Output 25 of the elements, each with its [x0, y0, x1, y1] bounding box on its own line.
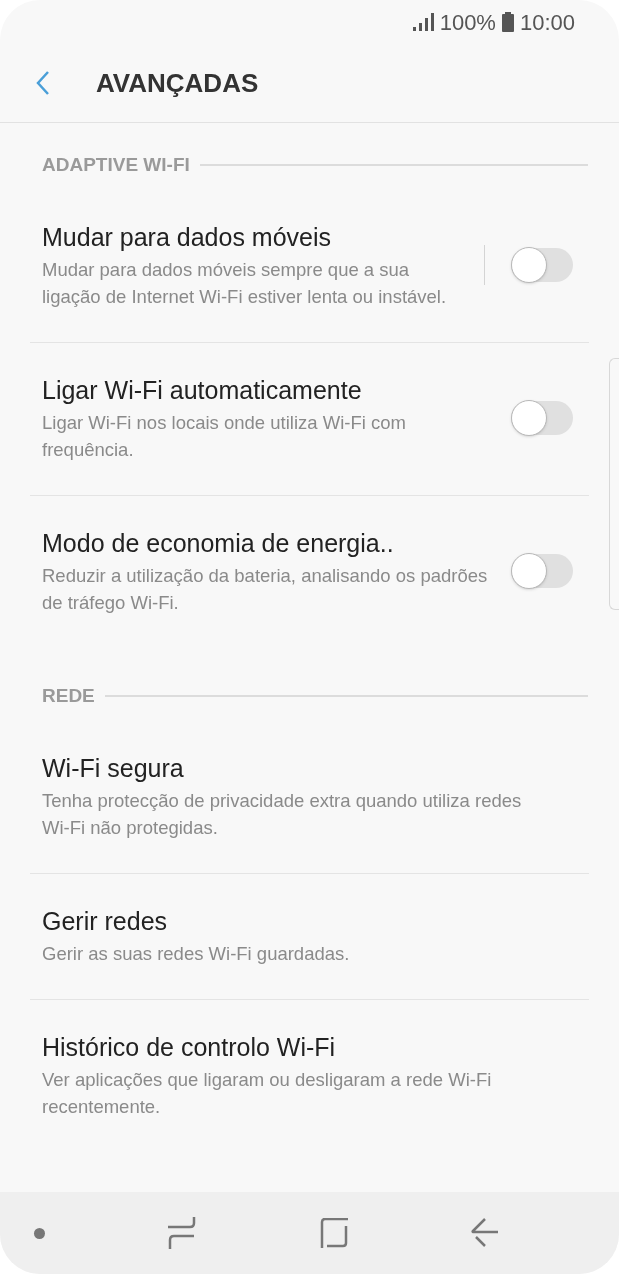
- section-header: ADAPTIVE WI-FI: [42, 152, 190, 177]
- setting-description: Gerir as suas redes Wi-Fi guardadas.: [42, 942, 351, 966]
- clock: 10:00: [519, 8, 575, 37]
- signal-icon: [411, 13, 434, 31]
- setting-description: Mudar para dados móveis sempre que a sua ligação de Internet Wi-Fi estiver lenta ou instável.: [42, 258, 448, 309]
- battery-icon: [501, 12, 514, 32]
- home-icon[interactable]: [319, 1218, 348, 1248]
- toggle-switch[interactable]: [511, 401, 573, 435]
- setting-description: Ligar Wi-Fi nos locais onde utiliza Wi-Fi com frequência.: [42, 411, 407, 462]
- setting-title[interactable]: Ligar Wi-Fi automaticamente: [42, 373, 491, 407]
- setting-description: Reduzir a utilização da bateria, analisando os padrões de tráfego Wi-Fi.: [42, 564, 489, 615]
- toggle-switch[interactable]: [511, 554, 573, 588]
- setting-description: Ver aplicações que ligaram ou desligaram a rede Wi-Fi recentemente.: [42, 1068, 493, 1119]
- battery-percentage: 100%: [439, 8, 496, 37]
- recent-apps-icon[interactable]: [168, 1217, 197, 1249]
- setting-title[interactable]: Modo de economia de energia..: [42, 526, 491, 560]
- setting-title[interactable]: Mudar para dados móveis: [42, 220, 464, 254]
- setting-title[interactable]: Histórico de controlo Wi-Fi: [42, 1030, 553, 1064]
- back-icon[interactable]: [471, 1218, 499, 1248]
- setting-description: Tenha protecção de privacidade extra quando utiliza redes Wi-Fi não protegidas.: [42, 789, 523, 840]
- section-header: REDE: [42, 683, 95, 708]
- page-title: AVANÇADAS: [96, 66, 259, 100]
- setting-title[interactable]: Gerir redes: [42, 904, 553, 938]
- setting-title[interactable]: Wi-Fi segura: [42, 751, 553, 785]
- toggle-switch[interactable]: [511, 248, 573, 282]
